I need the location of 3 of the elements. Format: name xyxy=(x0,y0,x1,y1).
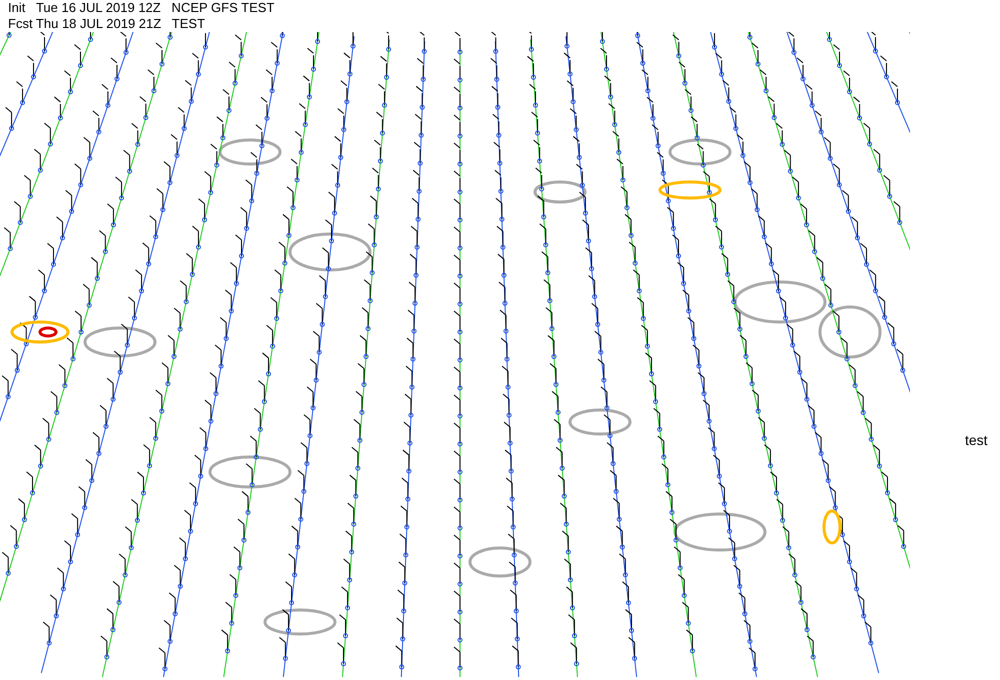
map-label: test xyxy=(965,432,988,450)
header-text: Init Tue 16 JUL 2019 12Z NCEP GFS TEST xyxy=(8,0,274,16)
header-text: Fcst Thu 18 JUL 2019 21Z TEST xyxy=(8,16,206,32)
